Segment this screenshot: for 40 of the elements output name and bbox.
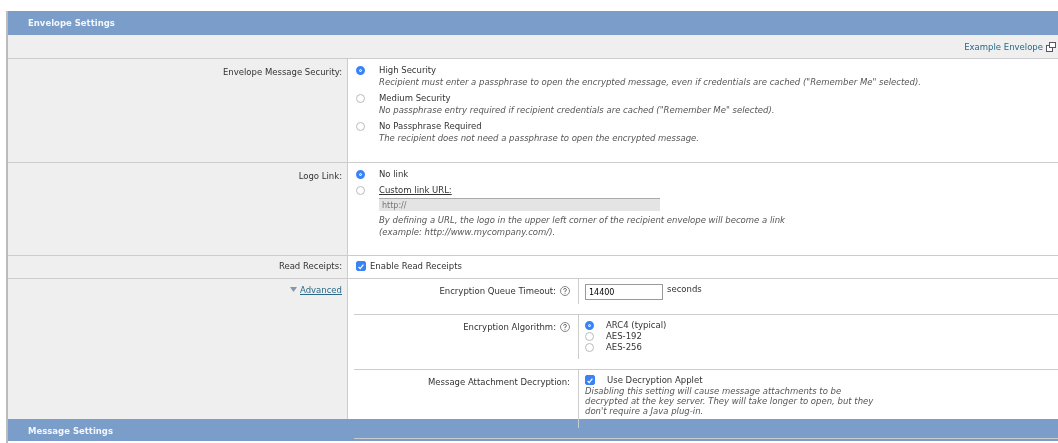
section-header: Message Settings [8, 419, 1058, 441]
option-description: Disabling this setting will cause message attachments to be decrypted at the key server. They will take longer to open, but they don't require a Java plug-in. [585, 386, 875, 416]
radio-button[interactable] [585, 343, 594, 352]
field-label: Logo Link: [298, 171, 342, 181]
field-label: Message Attachment Decryption: [428, 377, 570, 389]
example-envelope-link[interactable]: Example Envelope [964, 41, 1043, 52]
option-label: Custom link URL: [379, 185, 453, 195]
option-description: The recipient does not need a passphrase to open the encrypted message. [379, 133, 699, 143]
help-icon[interactable] [560, 286, 570, 296]
section-header: Envelope Settings [8, 11, 1058, 35]
radio-button[interactable] [585, 321, 594, 330]
checkbox-label: Enable Read Receipts [370, 260, 462, 271]
advanced-link[interactable]: Advanced [300, 285, 342, 295]
option-label: AES-192 [606, 331, 642, 341]
option-description: By defining a URL, the logo in the upper left corner of the recipient envelope will become a link (example: http://www.mycompany.com/). [379, 214, 786, 238]
radio-button[interactable] [585, 332, 594, 341]
radio-button[interactable] [356, 66, 365, 75]
field-label: Encryption Queue Timeout: [439, 286, 556, 298]
checkbox-label: Use Decryption Applet [607, 375, 703, 385]
field-label: Envelope Message Security: [223, 67, 342, 77]
radio-button[interactable] [356, 122, 365, 131]
option-label: AES-256 [606, 342, 642, 352]
checkbox[interactable] [356, 260, 366, 271]
option-description: Recipient must enter a passphrase to open the encrypted message, even if credentials are cached ("Remember Me" selected). [379, 77, 921, 87]
popup-window-icon [1046, 41, 1056, 52]
radio-button[interactable] [356, 186, 365, 195]
option-label: ARC4 (typical) [606, 320, 667, 330]
checkbox[interactable] [585, 375, 595, 385]
option-label: No link [379, 169, 409, 179]
option-label: Medium Security [379, 93, 452, 103]
field-label: Read Receipts: [278, 261, 342, 271]
help-icon[interactable] [560, 322, 570, 332]
field-label: Encryption Algorithm: [463, 322, 556, 334]
radio-button[interactable] [356, 170, 365, 179]
unit-label: seconds [667, 284, 702, 294]
timeout-input-field[interactable]: 14400 [585, 284, 663, 300]
option-description: No passphrase entry required if recipient credentials are cached ("Remember Me" selected). [379, 105, 775, 115]
radio-button[interactable] [356, 94, 365, 103]
option-label: No Passphrase Required [379, 121, 483, 131]
option-label: High Security [379, 65, 438, 75]
